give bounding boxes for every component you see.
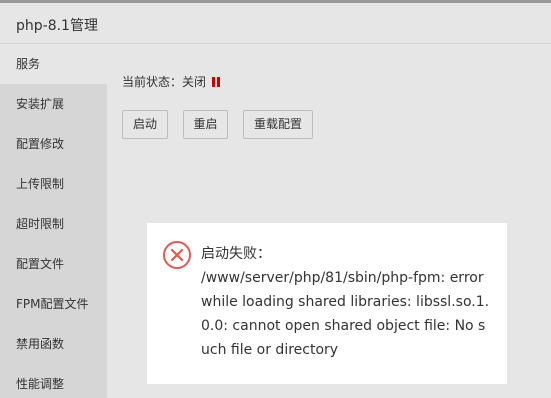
sidebar: 服务 安装扩展 配置修改 上传限制 超时限制 配置文件 FPM配置文件 禁用函数… [0, 44, 107, 398]
error-circle-x-icon [163, 241, 191, 269]
error-title: 启动失败： [201, 246, 271, 262]
php-manager-window: php-8.1管理 服务 安装扩展 配置修改 上传限制 超时限制 配置文件 FP… [0, 0, 551, 398]
sidebar-item-performance-tuning[interactable]: 性能调整 [0, 364, 107, 398]
error-dialog: 启动失败： /www/server/php/81/sbin/php-fpm: e… [147, 223, 507, 384]
stopped-icon [212, 76, 221, 87]
sidebar-item-upload-limit[interactable]: 上传限制 [0, 164, 107, 204]
sidebar-item-service[interactable]: 服务 [0, 44, 107, 84]
reload-config-button[interactable]: 重载配置 [243, 110, 313, 139]
title-bar: php-8.1管理 [0, 3, 551, 44]
sidebar-item-config-file[interactable]: 配置文件 [0, 244, 107, 284]
sidebar-item-install-extensions[interactable]: 安装扩展 [0, 84, 107, 124]
sidebar-item-config-edit[interactable]: 配置修改 [0, 124, 107, 164]
error-message: /www/server/php/81/sbin/php-fpm: error w… [201, 270, 490, 358]
window-title: php-8.1管理 [16, 18, 98, 34]
status-label: 当前状态： [122, 75, 183, 89]
service-button-row: 启动 重启 重载配置 [122, 110, 328, 139]
sidebar-item-timeout-limit[interactable]: 超时限制 [0, 204, 107, 244]
service-status: 当前状态： 关闭 [122, 73, 221, 90]
status-value: 关闭 [182, 75, 207, 89]
sidebar-item-disabled-functions[interactable]: 禁用函数 [0, 324, 107, 364]
error-text: 启动失败： /www/server/php/81/sbin/php-fpm: e… [201, 242, 491, 362]
sidebar-item-fpm-config-file[interactable]: FPM配置文件 [0, 284, 107, 324]
start-button[interactable]: 启动 [122, 110, 168, 139]
restart-button[interactable]: 重启 [183, 110, 228, 139]
